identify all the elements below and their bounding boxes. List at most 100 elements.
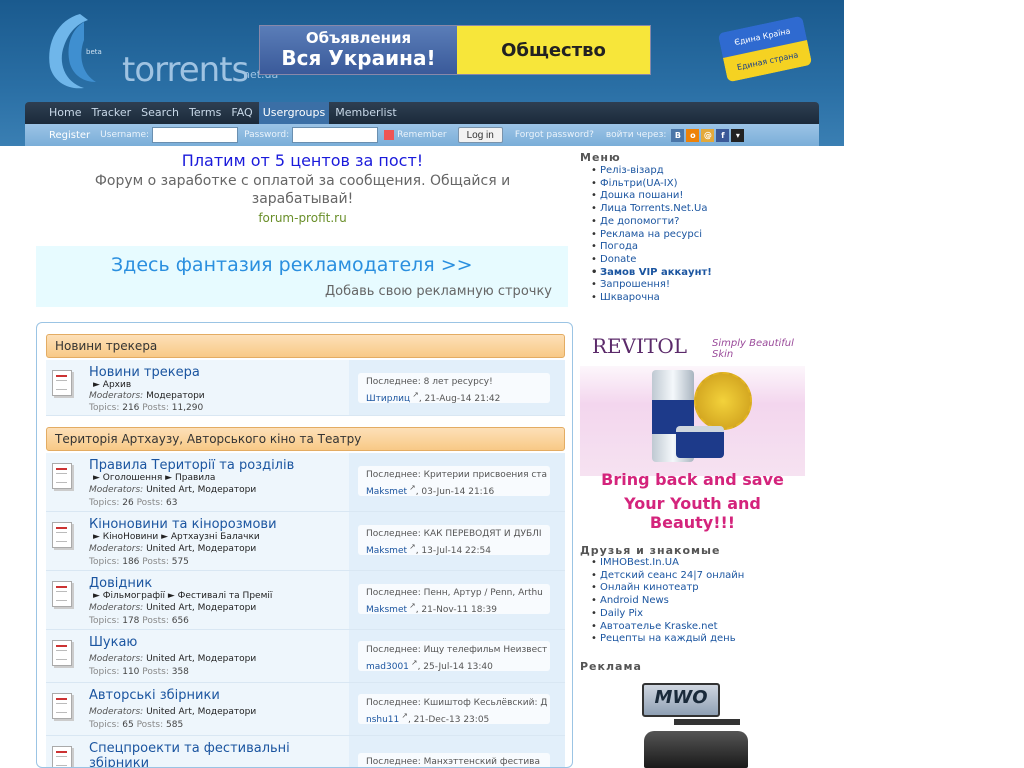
last-post-meta: Maksmet ↗, 21-Nov-11 18:39 bbox=[366, 601, 550, 614]
forum-title[interactable]: Авторські збірники bbox=[89, 688, 220, 703]
menu-item-invites[interactable]: Запрошення! bbox=[591, 279, 712, 292]
promo-block-forum-profit[interactable]: Платим от 5 центов за пост! Форум о зара… bbox=[80, 150, 525, 228]
last-post-title[interactable]: КАК ПЕРЕВОДЯТ И ДУБЛІ bbox=[424, 529, 542, 539]
menu-item-vip[interactable]: Замов VIP аккаунт! bbox=[591, 267, 712, 280]
last-post-title[interactable]: Пенн, Артур / Penn, Arthu bbox=[424, 588, 543, 598]
nav-terms[interactable]: Terms bbox=[185, 102, 225, 124]
login-button[interactable]: Log in bbox=[457, 127, 503, 143]
topics-label: Topics: bbox=[89, 667, 120, 677]
moderators-value[interactable]: United Art, Модератори bbox=[146, 485, 256, 495]
forum-title[interactable]: Шукаю bbox=[89, 635, 137, 650]
category-header-arthouse[interactable]: Територія Артхаузу, Авторського кіно та … bbox=[46, 427, 565, 451]
last-post-title[interactable]: Критерии присвоения ста bbox=[424, 470, 547, 480]
forum-row: Правила Території та розділів ► Оголошен… bbox=[46, 453, 565, 512]
last-post-meta: nshu11 ↗, 21-Dec-13 23:05 bbox=[366, 711, 550, 724]
friend-link-recipes[interactable]: Рецепты на каждый день bbox=[591, 633, 744, 646]
subforum-links[interactable]: ► Архив bbox=[93, 380, 131, 390]
menu-item-help[interactable]: Де допомогти? bbox=[591, 216, 712, 229]
friend-link-imhobest[interactable]: IMHOBest.In.UA bbox=[591, 557, 744, 570]
page: beta torrents net.ua Объявления Вся Укра… bbox=[0, 0, 1024, 768]
posts-label: Posts: bbox=[142, 667, 169, 677]
forum-title[interactable]: Правила Території та розділів bbox=[89, 458, 294, 473]
forum-title[interactable]: Новини трекера bbox=[89, 365, 200, 380]
friend-link-kraske[interactable]: Автоателье Kraske.net bbox=[591, 621, 744, 634]
register-link[interactable]: Register bbox=[49, 130, 90, 141]
forum-title[interactable]: Спецпроекти та фестивальні збірники bbox=[89, 741, 309, 767]
menu-item-filters[interactable]: Фільтри(UA-IX) bbox=[591, 178, 712, 191]
goto-post-icon[interactable]: ↗ bbox=[399, 711, 408, 720]
posts-label: Posts: bbox=[142, 557, 169, 567]
menu-item-weather[interactable]: Погода bbox=[591, 241, 712, 254]
forum-title[interactable]: Довідник bbox=[89, 576, 152, 591]
last-post-meta: mad3001 ↗, 25-Jul-14 13:40 bbox=[366, 658, 550, 671]
more-dropdown-icon[interactable]: ▾ bbox=[731, 128, 745, 142]
last-post-user[interactable]: Maksmet bbox=[366, 546, 407, 555]
promo1-title[interactable]: Платим от 5 центов за пост! bbox=[80, 150, 525, 172]
friend-link-online-cinema[interactable]: Онлайн кинотеатр bbox=[591, 582, 744, 595]
game-ad[interactable]: MWO bbox=[634, 683, 752, 768]
promo-block-advertise[interactable]: Здесь фантазия рекламодателя >> Добавь с… bbox=[36, 246, 568, 307]
goto-post-icon[interactable]: ↗ bbox=[407, 542, 415, 551]
promo1-url[interactable]: forum-profit.ru bbox=[80, 208, 525, 228]
odnoklassniki-icon[interactable]: о bbox=[686, 128, 700, 142]
moderators-value[interactable]: Модератори bbox=[146, 391, 205, 401]
last-post-user[interactable]: Maksmet bbox=[366, 487, 407, 496]
moderators-value[interactable]: United Art, Модератори bbox=[146, 544, 256, 554]
last-post-user[interactable]: nshu11 bbox=[366, 715, 399, 724]
menu-item-advertising[interactable]: Реклама на ресурсі bbox=[591, 229, 712, 242]
nav-usergroups[interactable]: Usergroups bbox=[258, 102, 330, 124]
last-post-date: , 25-Jul-14 13:40 bbox=[417, 662, 493, 671]
menu-item-donate[interactable]: Donate bbox=[591, 254, 712, 267]
menu-item-faces[interactable]: Лица Torrents.Net.Ua bbox=[591, 203, 712, 216]
category-header-tracker-news[interactable]: Новини трекера bbox=[46, 334, 565, 358]
moderators-value[interactable]: United Art, Модератори bbox=[146, 603, 256, 613]
nav-search[interactable]: Search bbox=[137, 102, 183, 124]
friend-link-daily-pix[interactable]: Daily Pix bbox=[591, 608, 744, 621]
goto-post-icon[interactable]: ↗ bbox=[407, 601, 415, 610]
forum-stats: Topics: 186 Posts: 575 bbox=[89, 557, 189, 567]
goto-post-icon[interactable]: ↗ bbox=[407, 483, 415, 492]
mailru-icon[interactable]: @ bbox=[701, 128, 715, 142]
vk-icon[interactable]: B bbox=[671, 128, 685, 142]
friend-link-android-news[interactable]: Android News bbox=[591, 595, 744, 608]
friend-link-kids-seans[interactable]: Детский сеанс 24|7 онлайн bbox=[591, 570, 744, 583]
subforum-links[interactable]: ► Фільмографії ► Фестивалі та Премії bbox=[93, 591, 272, 601]
moderators-value[interactable]: United Art, Модератори bbox=[146, 707, 256, 717]
facebook-icon[interactable]: f bbox=[716, 128, 730, 142]
revitol-ad[interactable]: REVITOL Simply Beautiful Skin Bring back… bbox=[580, 328, 805, 532]
moderators-value[interactable]: United Art, Модератори bbox=[146, 654, 256, 664]
menu-item-release-wizard[interactable]: Реліз-візард bbox=[591, 165, 712, 178]
header-banner-ad[interactable]: Объявления Вся Украина! Общество bbox=[259, 25, 651, 75]
username-input[interactable] bbox=[152, 127, 239, 143]
moderators-label: Moderators: bbox=[89, 654, 144, 664]
last-post-title[interactable]: 8 лет ресурсу! bbox=[424, 377, 493, 387]
last-post-title[interactable]: Кшиштоф Кесьлёвский: Д bbox=[424, 698, 548, 708]
tank-image bbox=[644, 731, 748, 768]
promo2-title[interactable]: Здесь фантазия рекламодателя >> bbox=[111, 254, 473, 276]
last-post: Последнее: Пенн, Артур / Penn, Arthu Mak… bbox=[358, 584, 550, 614]
last-post-title[interactable]: Ищу телефильм Неизвест bbox=[424, 645, 548, 655]
last-post-user[interactable]: Maksmet bbox=[366, 605, 407, 614]
last-post-title-line: Последнее: КАК ПЕРЕВОДЯТ И ДУБЛІ bbox=[366, 529, 550, 539]
nav-faq[interactable]: FAQ bbox=[227, 102, 256, 124]
topics-count: 216 bbox=[122, 403, 140, 413]
nav-memberlist[interactable]: Memberlist bbox=[331, 102, 400, 124]
logo-brand: torrents bbox=[122, 50, 249, 90]
forum-title[interactable]: Кіноновини та кінорозмови bbox=[89, 517, 277, 532]
menu-item-honor-board[interactable]: Дошка пошани! bbox=[591, 190, 712, 203]
goto-post-icon[interactable]: ↗ bbox=[410, 390, 419, 399]
last-post-title[interactable]: Манхэттенский фестива bbox=[424, 757, 540, 767]
nav-home[interactable]: Home bbox=[45, 102, 85, 124]
password-input[interactable] bbox=[292, 127, 379, 143]
site-logo[interactable]: beta torrents net.ua bbox=[40, 12, 278, 92]
nav-tracker[interactable]: Tracker bbox=[87, 102, 135, 124]
forgot-password-link[interactable]: Forgot password? bbox=[515, 130, 594, 140]
last-post-user[interactable]: mad3001 bbox=[366, 662, 409, 671]
last-post-user[interactable]: Штирлиц bbox=[366, 394, 410, 403]
subforum-links[interactable]: ► КіноНовини ► Артхаузні Балачки bbox=[93, 532, 260, 542]
goto-post-icon[interactable]: ↗ bbox=[409, 658, 417, 667]
subforum-links[interactable]: ► Оголошення ► Правила bbox=[93, 473, 215, 483]
menu-item-shkvarochna[interactable]: Шкварочна bbox=[591, 292, 712, 305]
remember-checkbox[interactable] bbox=[384, 130, 395, 140]
last-post-meta: Maksmet ↗, 13-Jul-14 22:54 bbox=[366, 542, 550, 555]
